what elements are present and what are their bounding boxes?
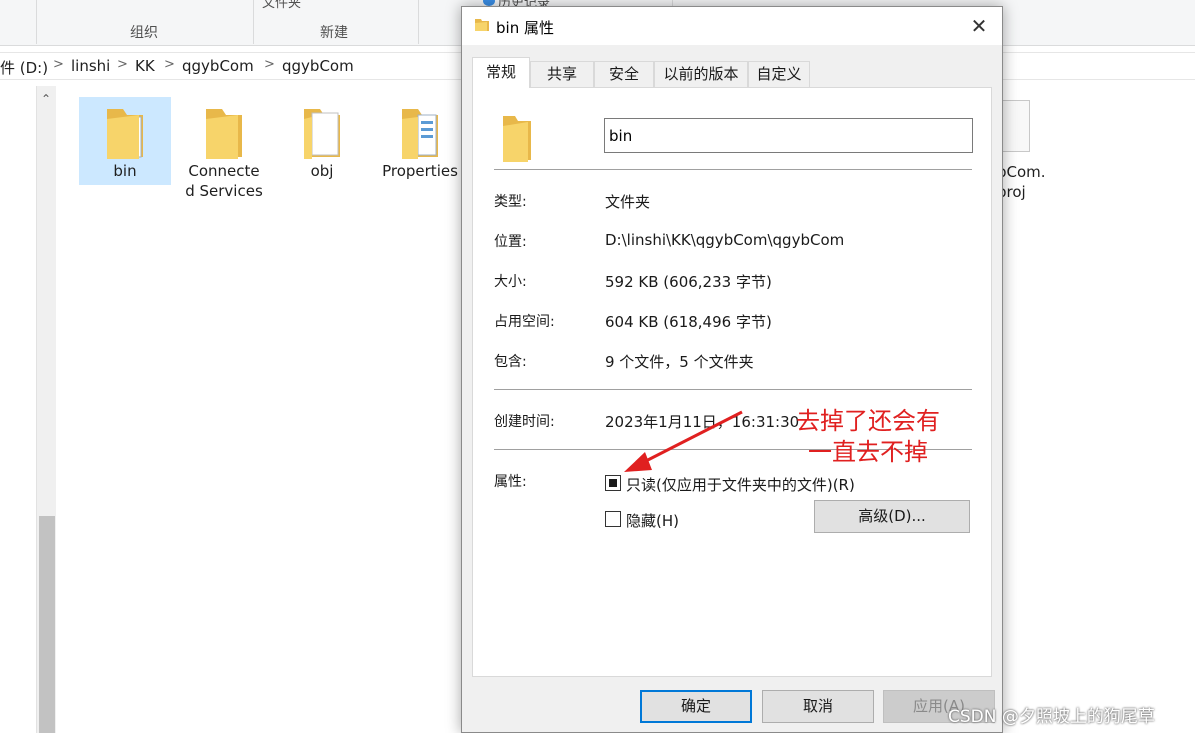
watermark: CSDN @夕照坡上的狗尾草	[948, 707, 1155, 727]
annotation-text-line1: 去掉了还会有	[796, 407, 940, 435]
annotation-text-line2: 一直去不掉	[808, 438, 928, 466]
tab-general[interactable]: 常规	[472, 57, 530, 88]
annotation-arrow	[624, 410, 743, 472]
